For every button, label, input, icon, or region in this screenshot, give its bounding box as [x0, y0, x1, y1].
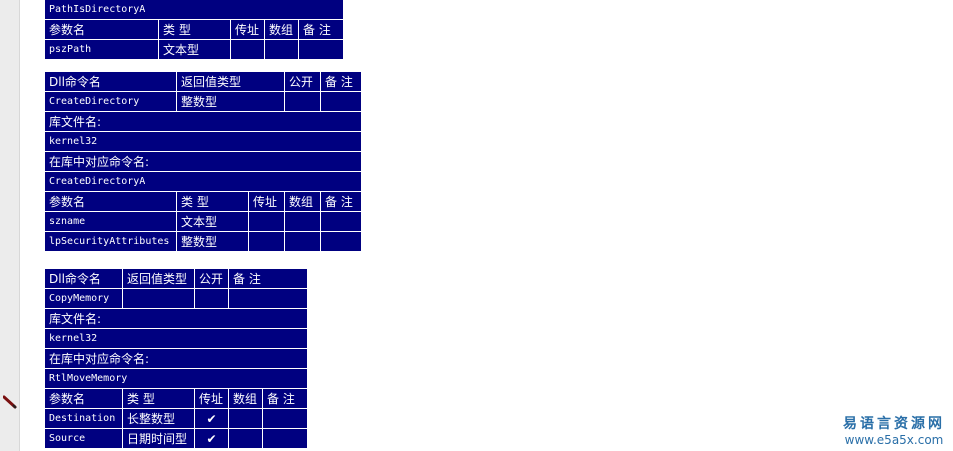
watermark-url: www.e5a5x.com: [844, 433, 944, 447]
lib-value[interactable]: kernel32: [43, 131, 363, 152]
command-target-value[interactable]: PathIsDirectoryA: [43, 0, 345, 20]
cmd-label-row: 在库中对应命令名:: [43, 151, 363, 172]
dll-table-copymemory: Dll命令名 返回值类型 公开 备 注 CopyMemory 库文件名: ker…: [43, 268, 309, 449]
param-name-header: 参数名: [44, 19, 159, 40]
param-note-header: 备 注: [261, 388, 309, 409]
param-byref-header: 传址: [194, 388, 229, 409]
param-name-cell[interactable]: Source: [44, 428, 123, 449]
param-byref-header: 传址: [230, 19, 265, 40]
param-byref-cell[interactable]: [230, 39, 265, 60]
param-note-header: 备 注: [320, 191, 363, 212]
param-array-cell[interactable]: [228, 408, 263, 429]
dll-table-pathisdirectory: PathIsDirectoryA 参数名 类 型 传址 数组 备 注 pszPa…: [43, 0, 345, 60]
param-array-cell[interactable]: [228, 428, 263, 449]
param-type-header: 类 型: [158, 19, 231, 40]
pencil-icon: [3, 395, 17, 409]
lib-value-row: kernel32: [43, 328, 309, 349]
lib-label: 库文件名:: [43, 111, 363, 132]
param-row: szname 文本型: [44, 211, 363, 232]
param-name-cell[interactable]: lpSecurityAttributes: [44, 231, 177, 252]
param-byref-cell[interactable]: [247, 211, 286, 232]
param-name-cell[interactable]: Destination: [44, 408, 123, 429]
param-array-cell[interactable]: [264, 39, 299, 60]
cmd-label: 在库中对应命令名:: [43, 348, 309, 369]
param-row: Source 日期时间型 ✔: [44, 428, 309, 449]
param-note-cell[interactable]: [261, 428, 309, 449]
param-array-header: 数组: [284, 191, 322, 212]
param-name-header: 参数名: [44, 191, 177, 212]
return-type-header: 返回值类型: [175, 71, 286, 92]
editor-gutter: [0, 0, 20, 451]
note-cell[interactable]: [320, 91, 363, 112]
param-byref-header: 传址: [247, 191, 286, 212]
param-type-cell[interactable]: 日期时间型: [122, 428, 195, 449]
param-name-header: 参数名: [44, 388, 123, 409]
dll-name-header: Dll命令名: [44, 71, 177, 92]
param-array-cell[interactable]: [284, 231, 322, 252]
param-type-cell[interactable]: 文本型: [176, 211, 249, 232]
note-header: 备 注: [320, 71, 363, 92]
return-type-cell[interactable]: 整数型: [175, 91, 286, 112]
param-row: lpSecurityAttributes 整数型: [44, 231, 363, 252]
param-array-header: 数组: [228, 388, 263, 409]
dll-info-row: CreateDirectory 整数型: [44, 91, 363, 112]
command-target-row: PathIsDirectoryA: [43, 0, 345, 20]
param-byref-check-icon[interactable]: ✔: [194, 408, 229, 429]
param-note-cell[interactable]: [297, 39, 345, 60]
lib-label-row: 库文件名:: [43, 111, 363, 132]
public-cell[interactable]: [284, 91, 322, 112]
lib-value[interactable]: kernel32: [43, 328, 309, 349]
param-byref-cell[interactable]: [247, 231, 286, 252]
public-header: 公开: [194, 268, 229, 289]
cmd-value-row: CreateDirectoryA: [43, 171, 363, 192]
param-type-cell[interactable]: 整数型: [176, 231, 249, 252]
cmd-value-row: RtlMoveMemory: [43, 368, 309, 389]
watermark: 易语言资源网 www.e5a5x.com: [843, 413, 945, 447]
cmd-value[interactable]: RtlMoveMemory: [43, 368, 309, 389]
dll-header-row: Dll命令名 返回值类型 公开 备 注: [44, 71, 363, 92]
lib-label-row: 库文件名:: [43, 308, 309, 329]
param-header-row: 参数名 类 型 传址 数组 备 注: [44, 388, 309, 409]
param-name-cell[interactable]: szname: [44, 211, 177, 232]
dll-name-cell[interactable]: CopyMemory: [44, 288, 123, 309]
param-name-cell[interactable]: pszPath: [44, 39, 159, 60]
param-type-cell[interactable]: 长整数型: [122, 408, 195, 429]
param-type-cell[interactable]: 文本型: [158, 39, 231, 60]
param-note-header: 备 注: [297, 19, 345, 40]
public-header: 公开: [284, 71, 322, 92]
param-row: pszPath 文本型: [44, 39, 345, 60]
lib-value-row: kernel32: [43, 131, 363, 152]
param-array-header: 数组: [264, 19, 299, 40]
dll-info-row: CopyMemory: [44, 288, 309, 309]
note-header: 备 注: [227, 268, 309, 289]
cmd-label-row: 在库中对应命令名:: [43, 348, 309, 369]
cmd-label: 在库中对应命令名:: [43, 151, 363, 172]
param-note-cell[interactable]: [320, 231, 363, 252]
dll-table-createdirectory: Dll命令名 返回值类型 公开 备 注 CreateDirectory 整数型 …: [43, 71, 363, 252]
param-row: Destination 长整数型 ✔: [44, 408, 309, 429]
watermark-title: 易语言资源网: [843, 416, 945, 432]
public-cell[interactable]: [194, 288, 229, 309]
param-type-header: 类 型: [122, 388, 195, 409]
param-note-cell[interactable]: [320, 211, 363, 232]
param-array-cell[interactable]: [284, 211, 322, 232]
lib-label: 库文件名:: [43, 308, 309, 329]
param-type-header: 类 型: [176, 191, 249, 212]
note-cell[interactable]: [227, 288, 309, 309]
dll-name-header: Dll命令名: [44, 268, 123, 289]
return-type-header: 返回值类型: [122, 268, 195, 289]
param-header-row: 参数名 类 型 传址 数组 备 注: [44, 191, 363, 212]
return-type-cell[interactable]: [122, 288, 195, 309]
param-header-row: 参数名 类 型 传址 数组 备 注: [44, 19, 345, 40]
param-note-cell[interactable]: [261, 408, 309, 429]
cmd-value[interactable]: CreateDirectoryA: [43, 171, 363, 192]
dll-header-row: Dll命令名 返回值类型 公开 备 注: [44, 268, 309, 289]
param-byref-check-icon[interactable]: ✔: [194, 428, 229, 449]
dll-name-cell[interactable]: CreateDirectory: [44, 91, 177, 112]
